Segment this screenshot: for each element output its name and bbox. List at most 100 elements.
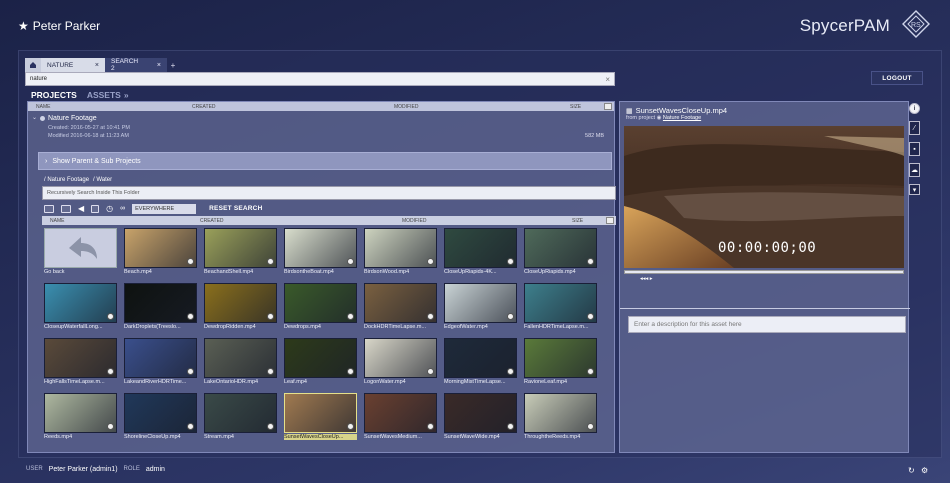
- asset-tile[interactable]: ThroughtheReeds.mp4: [524, 393, 597, 440]
- status-bar: USER Peter Parker (admin1) ROLE admin: [26, 466, 165, 473]
- clear-search-icon[interactable]: ×: [605, 75, 610, 84]
- asset-status-icon: [587, 368, 594, 375]
- image-filter-icon[interactable]: [61, 204, 71, 213]
- info-icon[interactable]: i: [909, 103, 920, 114]
- col-name[interactable]: NAME: [36, 104, 50, 110]
- asset-tile[interactable]: FallenHDRTimeLapse.m...: [524, 283, 597, 330]
- folder-search-input[interactable]: Recursively Search Inside This Folder: [42, 186, 616, 200]
- close-icon[interactable]: ×: [157, 62, 161, 69]
- asset-tile[interactable]: SunsetWaveWide.mp4: [444, 393, 517, 440]
- share-icon[interactable]: ☁: [909, 163, 920, 177]
- asset-tile[interactable]: DockHDRTimeLapse.m...: [364, 283, 437, 330]
- asset-label: BirdsonWood.mp4: [364, 269, 410, 275]
- col-modified[interactable]: MODIFIED: [394, 104, 418, 110]
- asset-thumbnail: [444, 338, 517, 378]
- project-row[interactable]: ⌄ Nature Footage Created: 2016-05-27 at …: [28, 111, 614, 145]
- asset-tile[interactable]: LakeandRiverHDRTime...: [124, 338, 197, 385]
- tab-search-2[interactable]: SEARCH 2 ×: [105, 58, 167, 72]
- close-icon[interactable]: ×: [95, 62, 99, 69]
- asset-tile[interactable]: Go back: [44, 228, 117, 275]
- frame-controls-icon[interactable]: ◂◂◂ ▸: [640, 276, 653, 282]
- gear-icon[interactable]: ⚙: [921, 466, 928, 475]
- timeline-scrubber[interactable]: [624, 270, 904, 274]
- asset-tile[interactable]: RavioneLeaf.mp4: [524, 338, 597, 385]
- clock-icon[interactable]: ◷: [106, 204, 113, 213]
- video-filter-icon[interactable]: [44, 204, 54, 213]
- asset-tile[interactable]: CloseupWaterfallLong...: [44, 283, 117, 330]
- reset-search-button[interactable]: RESET SEARCH: [209, 205, 262, 212]
- asset-status-icon: [507, 423, 514, 430]
- tab-assets[interactable]: ASSETS »: [87, 90, 129, 100]
- asset-label: Stream.mp4: [204, 434, 234, 440]
- column-menu-icon[interactable]: [604, 103, 612, 110]
- asset-tile[interactable]: Beach.mp4: [124, 228, 197, 275]
- asset-status-icon: [267, 423, 274, 430]
- col-size[interactable]: SIZE: [572, 218, 583, 224]
- refresh-icon[interactable]: ↻: [908, 466, 915, 475]
- asset-thumbnail: [284, 393, 357, 433]
- link-icon[interactable]: ∞: [120, 205, 125, 212]
- asset-label: DockHDRTimeLapse.m...: [364, 324, 427, 330]
- video-player[interactable]: 00:00:00;00: [624, 126, 904, 268]
- document-filter-icon[interactable]: [91, 204, 100, 213]
- home-tab[interactable]: [25, 58, 41, 72]
- asset-tile[interactable]: ShorelineCloseUp.mp4: [124, 393, 197, 440]
- asset-tile[interactable]: BirdsontheBoat.mp4: [284, 228, 357, 275]
- tab-projects[interactable]: PROJECTS: [31, 90, 77, 100]
- col-created[interactable]: CREATED: [192, 104, 216, 110]
- asset-tile[interactable]: HighFallsTimeLapse.m...: [44, 338, 117, 385]
- asset-tile[interactable]: DewdropRidden.mp4: [204, 283, 277, 330]
- asset-tile[interactable]: LakeOntarioHDR.mp4: [204, 338, 277, 385]
- asset-label: HighFallsTimeLapse.m...: [44, 379, 105, 385]
- asset-tile[interactable]: DarkDroplets(Treeslo...: [124, 283, 197, 330]
- asset-tile[interactable]: Stream.mp4: [204, 393, 277, 440]
- asset-thumbnail: [204, 338, 277, 378]
- breadcrumb-item[interactable]: / Nature Footage: [44, 177, 89, 183]
- col-modified[interactable]: MODIFIED: [402, 218, 426, 224]
- metadata-icon[interactable]: ▪: [909, 142, 920, 156]
- asset-thumbnail: [124, 393, 197, 433]
- logout-button[interactable]: LOGOUT: [871, 71, 923, 85]
- asset-tile[interactable]: EdgeofWater.mp4: [444, 283, 517, 330]
- col-name[interactable]: NAME: [50, 218, 64, 224]
- collapse-caret-icon[interactable]: ⌄: [32, 114, 37, 121]
- asset-tile[interactable]: BirdsonWood.mp4: [364, 228, 437, 275]
- list-column-header: NAME CREATED MODIFIED SIZE: [28, 102, 614, 111]
- asset-label: SunsetWaveWide.mp4: [444, 434, 500, 440]
- asset-tile[interactable]: CloseUpRiapids.mp4: [524, 228, 597, 275]
- preview-side-tools: i ⁄ ▪ ☁ ▾: [909, 103, 921, 195]
- annotate-icon[interactable]: ⁄: [909, 121, 920, 135]
- asset-thumbnail: [44, 338, 117, 378]
- dropdown-chevron-icon[interactable]: ▾: [909, 184, 920, 195]
- brand-name: SpycerPAM: [799, 16, 890, 35]
- asset-tile[interactable]: SunsetWavesMedium...: [364, 393, 437, 440]
- asset-tile[interactable]: SunsetWavesCloseUp...: [284, 393, 357, 440]
- preview-filename: SunsetWavesCloseUp.mp4: [635, 106, 728, 115]
- asset-tile[interactable]: CloseUpRiapids-4K...: [444, 228, 517, 275]
- asset-tile[interactable]: Leaf.mp4: [284, 338, 357, 385]
- asset-status-icon: [347, 258, 354, 265]
- asset-tile[interactable]: LogonWater.mp4: [364, 338, 437, 385]
- asset-thumbnail: [204, 393, 277, 433]
- asset-thumbnail: [124, 283, 197, 323]
- search-input[interactable]: nature ×: [25, 72, 615, 86]
- grid-menu-icon[interactable]: [606, 217, 614, 224]
- asset-tile[interactable]: Dewdrops.mp4: [284, 283, 357, 330]
- col-size[interactable]: SIZE: [570, 104, 581, 110]
- tab-nature[interactable]: NATURE ×: [41, 58, 105, 72]
- asset-label: RavioneLeaf.mp4: [524, 379, 568, 385]
- breadcrumb-item[interactable]: / Water: [93, 177, 112, 183]
- add-tab-button[interactable]: +: [167, 58, 179, 72]
- show-parent-toggle[interactable]: › Show Parent & Sub Projects: [38, 152, 612, 170]
- audio-filter-icon[interactable]: ◀: [78, 204, 84, 213]
- asset-thumbnail: [284, 283, 357, 323]
- asset-tile[interactable]: Reeds.mp4: [44, 393, 117, 440]
- asset-tile[interactable]: BeachandShell.mp4: [204, 228, 277, 275]
- search-scope-select[interactable]: EVERYWHERE: [132, 203, 197, 214]
- description-field[interactable]: Enter a description for this asset here: [628, 316, 906, 333]
- project-link[interactable]: Nature Footage: [663, 115, 701, 121]
- asset-tile[interactable]: MorningMistTimeLapse...: [444, 338, 517, 385]
- user-name: Peter Parker: [32, 19, 101, 33]
- col-created[interactable]: CREATED: [200, 218, 224, 224]
- top-bar: ★ Peter Parker SpycerPAM RS: [0, 0, 950, 50]
